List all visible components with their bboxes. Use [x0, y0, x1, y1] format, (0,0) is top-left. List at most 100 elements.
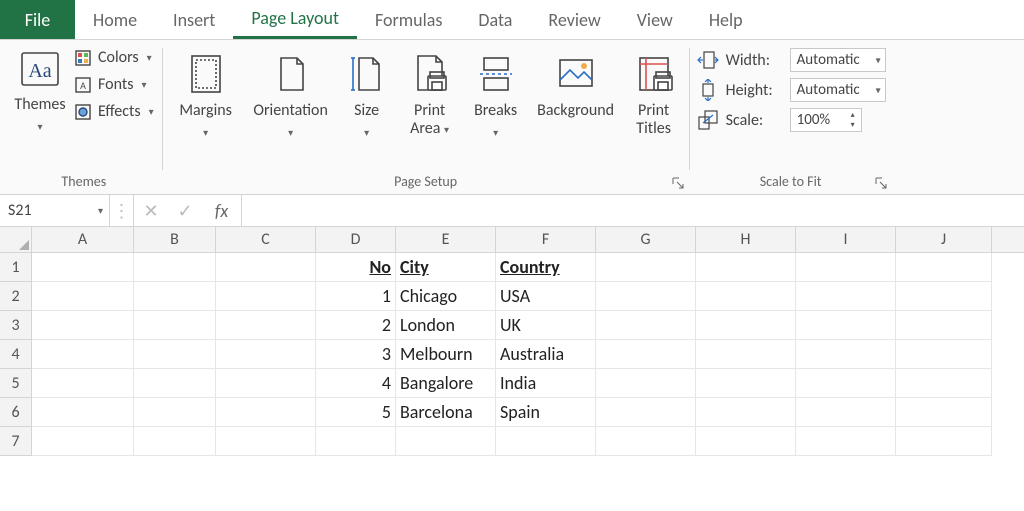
cell-G6[interactable] — [596, 398, 696, 427]
cell-C7[interactable] — [216, 427, 316, 456]
tab-review[interactable]: Review — [530, 0, 618, 39]
cell-H6[interactable] — [696, 398, 796, 427]
col-header-B[interactable]: B — [134, 227, 216, 252]
cell-A3[interactable] — [32, 311, 134, 340]
cell-A6[interactable] — [32, 398, 134, 427]
select-all-corner[interactable] — [0, 227, 32, 252]
cell-E6[interactable]: Barcelona — [396, 398, 496, 427]
enter-button[interactable]: ✓ — [168, 195, 202, 226]
themes-button[interactable]: Aa Themes ▾ — [12, 44, 68, 133]
cell-B7[interactable] — [134, 427, 216, 456]
colors-button[interactable]: Colors ▾ — [72, 46, 156, 69]
cell-B2[interactable] — [134, 282, 216, 311]
cell-E4[interactable]: Melbourn — [396, 340, 496, 369]
row-header-7[interactable]: 7 — [0, 427, 32, 456]
scale-to-fit-launcher[interactable] — [874, 176, 888, 190]
row-header-2[interactable]: 2 — [0, 282, 32, 311]
background-button[interactable]: Background — [531, 44, 621, 120]
cell-J2[interactable] — [896, 282, 992, 311]
cell-E2[interactable]: Chicago — [396, 282, 496, 311]
cell-H7[interactable] — [696, 427, 796, 456]
cell-D3[interactable]: 2 — [316, 311, 396, 340]
spin-down-icon[interactable]: ▾ — [847, 121, 859, 131]
col-header-J[interactable]: J — [896, 227, 992, 252]
cell-C5[interactable] — [216, 369, 316, 398]
orientation-button[interactable]: Orientation ▾ — [247, 44, 335, 139]
tab-insert[interactable]: Insert — [155, 0, 233, 39]
row-header-3[interactable]: 3 — [0, 311, 32, 340]
cell-J5[interactable] — [896, 369, 992, 398]
tab-file[interactable]: File — [0, 0, 75, 39]
cell-F3[interactable]: UK — [496, 311, 596, 340]
cell-C1[interactable] — [216, 253, 316, 282]
print-area-button[interactable]: PrintArea ▾ — [399, 44, 461, 139]
row-header-4[interactable]: 4 — [0, 340, 32, 369]
cell-F2[interactable]: USA — [496, 282, 596, 311]
col-header-D[interactable]: D — [316, 227, 396, 252]
name-box[interactable]: S21 ▾ — [0, 195, 110, 226]
cell-D4[interactable]: 3 — [316, 340, 396, 369]
fonts-button[interactable]: A Fonts ▾ — [72, 73, 156, 96]
cell-D1[interactable]: No — [316, 253, 396, 282]
col-header-A[interactable]: A — [32, 227, 134, 252]
cell-E1[interactable]: City — [396, 253, 496, 282]
cell-E5[interactable]: Bangalore — [396, 369, 496, 398]
cell-I5[interactable] — [796, 369, 896, 398]
cell-A2[interactable] — [32, 282, 134, 311]
cell-F4[interactable]: Australia — [496, 340, 596, 369]
effects-button[interactable]: Effects ▾ — [72, 100, 156, 123]
cell-J4[interactable] — [896, 340, 992, 369]
size-button[interactable]: Size ▾ — [339, 44, 395, 139]
cell-H2[interactable] — [696, 282, 796, 311]
breaks-button[interactable]: Breaks ▾ — [465, 44, 527, 139]
width-dropdown[interactable]: Automatic ▾ — [790, 48, 886, 72]
cell-J7[interactable] — [896, 427, 992, 456]
cell-B6[interactable] — [134, 398, 216, 427]
cell-B4[interactable] — [134, 340, 216, 369]
cell-D7[interactable] — [316, 427, 396, 456]
col-header-G[interactable]: G — [596, 227, 696, 252]
cell-C2[interactable] — [216, 282, 316, 311]
cell-E3[interactable]: London — [396, 311, 496, 340]
cell-J1[interactable] — [896, 253, 992, 282]
cell-F1[interactable]: Country — [496, 253, 596, 282]
cell-D6[interactable]: 5 — [316, 398, 396, 427]
cell-A5[interactable] — [32, 369, 134, 398]
tab-home[interactable]: Home — [75, 0, 155, 39]
height-dropdown[interactable]: Automatic ▾ — [790, 78, 886, 102]
cell-E7[interactable] — [396, 427, 496, 456]
cell-G7[interactable] — [596, 427, 696, 456]
cell-C4[interactable] — [216, 340, 316, 369]
cell-A4[interactable] — [32, 340, 134, 369]
cell-I7[interactable] — [796, 427, 896, 456]
cell-F6[interactable]: Spain — [496, 398, 596, 427]
cell-D5[interactable]: 4 — [316, 369, 396, 398]
cell-I1[interactable] — [796, 253, 896, 282]
cell-H1[interactable] — [696, 253, 796, 282]
row-header-5[interactable]: 5 — [0, 369, 32, 398]
cell-C3[interactable] — [216, 311, 316, 340]
col-header-F[interactable]: F — [496, 227, 596, 252]
cell-C6[interactable] — [216, 398, 316, 427]
row-header-6[interactable]: 6 — [0, 398, 32, 427]
fx-icon[interactable]: fx — [202, 195, 242, 226]
cell-J6[interactable] — [896, 398, 992, 427]
tab-page-layout[interactable]: Page Layout — [233, 0, 357, 39]
cell-G4[interactable] — [596, 340, 696, 369]
cell-F7[interactable] — [496, 427, 596, 456]
cell-B3[interactable] — [134, 311, 216, 340]
tab-formulas[interactable]: Formulas — [357, 0, 460, 39]
formula-input[interactable] — [242, 195, 1024, 226]
cell-F5[interactable]: India — [496, 369, 596, 398]
col-header-E[interactable]: E — [396, 227, 496, 252]
cell-G3[interactable] — [596, 311, 696, 340]
cell-B5[interactable] — [134, 369, 216, 398]
scale-spinner[interactable]: 100% ▴▾ — [790, 108, 862, 132]
tab-data[interactable]: Data — [460, 0, 530, 39]
cell-H4[interactable] — [696, 340, 796, 369]
tab-view[interactable]: View — [619, 0, 691, 39]
print-titles-button[interactable]: PrintTitles — [625, 44, 683, 139]
cell-H3[interactable] — [696, 311, 796, 340]
tab-help[interactable]: Help — [691, 0, 761, 39]
cell-J3[interactable] — [896, 311, 992, 340]
